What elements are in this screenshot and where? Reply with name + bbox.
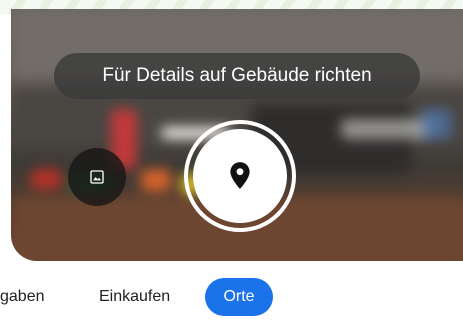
search-mode-chips: gaben Einkaufen Orte <box>0 276 463 320</box>
shutter-inner <box>193 129 287 223</box>
image-icon <box>90 170 104 184</box>
chip-orte[interactable]: Orte <box>205 278 273 316</box>
chip-einkaufen[interactable]: Einkaufen <box>99 278 170 316</box>
shutter-button[interactable] <box>184 120 296 232</box>
lens-camera-screen: Für Details auf Gebäude richten gaben Ei… <box>0 0 463 325</box>
chip-aufgaben[interactable]: gaben <box>0 278 45 316</box>
gallery-button[interactable] <box>68 148 126 206</box>
location-pin-icon <box>230 162 250 189</box>
instruction-hint: Für Details auf Gebäude richten <box>54 53 420 99</box>
